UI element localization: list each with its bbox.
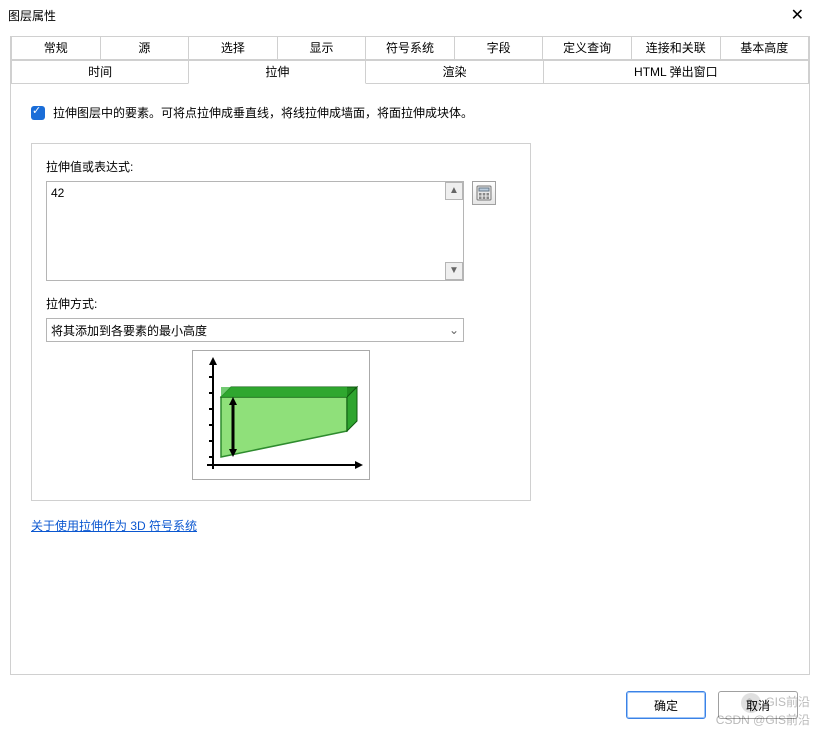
expression-value: 42 — [51, 186, 64, 200]
extrude-checkbox-label: 拉伸图层中的要素。可将点拉伸成垂直线，将线拉伸成墙面，将面拉伸成块体。 — [53, 104, 473, 123]
tab-fields[interactable]: 字段 — [454, 37, 544, 60]
dialog-button-bar: 确定 取消 — [0, 687, 820, 723]
extrusion-method-value: 将其添加到各要素的最小高度 — [51, 322, 207, 339]
scroll-up-icon[interactable]: ▲ — [445, 182, 463, 200]
extrude-enable-checkbox[interactable] — [31, 106, 45, 120]
cancel-button[interactable]: 取消 — [718, 691, 798, 719]
title-bar: 图层属性 ✕ — [0, 0, 820, 30]
tab-source[interactable]: 源 — [100, 37, 190, 60]
help-link-3d-symbology[interactable]: 关于使用拉伸作为 3D 符号系统 — [31, 517, 197, 534]
tab-htmlpopup[interactable]: HTML 弹出窗口 — [543, 60, 809, 84]
tab-rendering[interactable]: 渲染 — [365, 60, 543, 84]
ok-button[interactable]: 确定 — [626, 691, 706, 719]
extrusion-method-select[interactable]: 将其添加到各要素的最小高度 ⌄ — [46, 318, 464, 342]
extrude-checkbox-row: 拉伸图层中的要素。可将点拉伸成垂直线，将线拉伸成墙面，将面拉伸成块体。 — [31, 104, 789, 123]
extrusion-method-label: 拉伸方式: — [46, 295, 516, 312]
scroll-down-icon[interactable]: ▼ — [445, 262, 463, 280]
tab-baseheight[interactable]: 基本高度 — [720, 37, 810, 60]
tab-row-1: 常规 源 选择 显示 符号系统 字段 定义查询 连接和关联 基本高度 — [11, 36, 809, 60]
calculator-icon — [476, 185, 492, 201]
extrusion-settings-panel: 拉伸值或表达式: 42 ▲ ▼ 拉伸方式: 将其 — [31, 143, 531, 501]
tab-defquery[interactable]: 定义查询 — [542, 37, 632, 60]
dialog-content: 常规 源 选择 显示 符号系统 字段 定义查询 连接和关联 基本高度 时间 拉伸… — [10, 36, 810, 675]
expression-label: 拉伸值或表达式: — [46, 158, 516, 175]
close-icon[interactable]: ✕ — [783, 5, 812, 25]
tab-selection[interactable]: 选择 — [188, 37, 278, 60]
expression-textbox[interactable]: 42 ▲ ▼ — [46, 181, 464, 281]
tab-joins[interactable]: 连接和关联 — [631, 37, 721, 60]
tab-row-2: 时间 拉伸 渲染 HTML 弹出窗口 — [11, 60, 809, 84]
tab-body-extrusion: 拉伸图层中的要素。可将点拉伸成垂直线，将线拉伸成墙面，将面拉伸成块体。 拉伸值或… — [11, 84, 809, 544]
chevron-down-icon: ⌄ — [449, 323, 459, 337]
tab-time[interactable]: 时间 — [11, 60, 189, 84]
extrusion-diagram — [192, 350, 370, 480]
tab-symbology[interactable]: 符号系统 — [365, 37, 455, 60]
window-title: 图层属性 — [8, 7, 783, 24]
tab-extrusion[interactable]: 拉伸 — [188, 60, 366, 84]
tab-general[interactable]: 常规 — [11, 37, 101, 60]
expression-builder-button[interactable] — [472, 181, 496, 205]
tab-display[interactable]: 显示 — [277, 37, 367, 60]
